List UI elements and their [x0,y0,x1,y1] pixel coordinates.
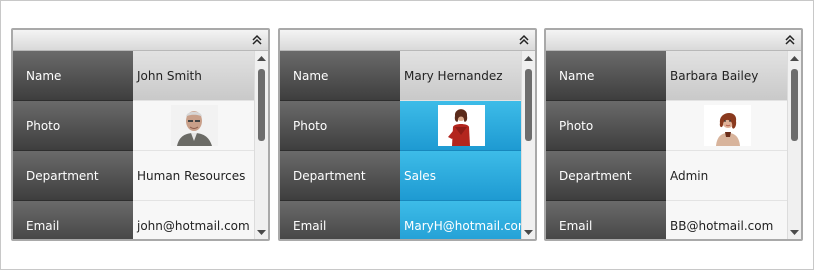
field-value-name[interactable]: John Smith [133,51,255,101]
person-photo-icon [437,105,485,146]
scroll-up-button[interactable] [255,53,268,65]
field-row-name[interactable]: Name Barbara Bailey [546,51,788,101]
field-row-photo[interactable]: Photo [280,101,522,151]
double-chevron-up-icon [785,34,795,45]
scroll-down-button[interactable] [788,227,801,239]
field-label-photo: Photo [546,101,666,151]
triangle-down-icon [790,230,799,235]
employee-photo [170,105,218,146]
field-value-name[interactable]: Barbara Bailey [666,51,788,101]
field-value-email[interactable]: MaryH@hotmail.com [400,201,522,239]
field-value-department[interactable]: Human Resources [133,151,255,201]
app-frame: Name John Smith Photo Department Human R… [0,0,814,270]
employee-photo [703,105,751,146]
card-header [546,30,801,51]
scroll-up-button[interactable] [788,53,801,65]
field-row-department[interactable]: Department Admin [546,151,788,201]
field-label-photo: Photo [13,101,133,151]
field-label-email: Email [13,201,133,239]
field-label-department: Department [546,151,666,201]
field-row-name[interactable]: Name Mary Hernandez [280,51,522,101]
field-value-department[interactable]: Sales [400,151,522,201]
scroll-down-button[interactable] [522,227,535,239]
field-label-photo: Photo [280,101,400,151]
field-label-name: Name [280,51,400,101]
field-label-email: Email [280,201,400,239]
double-chevron-up-icon [252,34,262,45]
field-row-name[interactable]: Name John Smith [13,51,255,101]
scroll-thumb[interactable] [525,69,532,141]
field-rows: Name Mary Hernandez Photo Department Sal… [280,51,522,239]
field-label-department: Department [13,151,133,201]
vertical-scrollbar[interactable] [787,51,801,239]
triangle-up-icon [524,56,533,61]
double-chevron-up-icon [519,34,529,45]
vertical-scrollbar[interactable] [254,51,268,239]
field-value-photo[interactable] [666,101,788,151]
employee-photo [437,105,485,146]
field-row-department[interactable]: Department Human Resources [13,151,255,201]
field-row-email[interactable]: Email BB@hotmail.com [546,201,788,239]
employee-card-barbara-bailey[interactable]: Name Barbara Bailey Photo Department Adm… [544,28,803,241]
person-photo-icon [170,105,218,146]
triangle-up-icon [257,56,266,61]
person-photo-icon [703,105,751,146]
collapse-button[interactable] [517,32,531,48]
collapse-button[interactable] [250,32,264,48]
vertical-scrollbar[interactable] [521,51,535,239]
scroll-down-button[interactable] [255,227,268,239]
field-rows: Name Barbara Bailey Photo Department Adm… [546,51,788,239]
card-header [13,30,268,51]
employee-card-mary-hernandez[interactable]: Name Mary Hernandez Photo Department Sal… [278,28,537,241]
field-value-photo[interactable] [400,101,522,151]
field-row-email[interactable]: Email MaryH@hotmail.com [280,201,522,239]
field-label-department: Department [280,151,400,201]
field-row-photo[interactable]: Photo [13,101,255,151]
field-label-email: Email [546,201,666,239]
field-value-department[interactable]: Admin [666,151,788,201]
scroll-thumb[interactable] [791,69,798,141]
field-value-photo[interactable] [133,101,255,151]
field-rows: Name John Smith Photo Department Human R… [13,51,255,239]
collapse-button[interactable] [783,32,797,48]
triangle-up-icon [790,56,799,61]
scroll-thumb[interactable] [258,69,265,141]
employee-card-john-smith[interactable]: Name John Smith Photo Department Human R… [11,28,270,241]
triangle-down-icon [257,230,266,235]
field-value-email[interactable]: john@hotmail.com [133,201,255,239]
field-row-photo[interactable]: Photo [546,101,788,151]
triangle-down-icon [524,230,533,235]
field-row-department[interactable]: Department Sales [280,151,522,201]
field-label-name: Name [546,51,666,101]
field-value-name[interactable]: Mary Hernandez [400,51,522,101]
field-row-email[interactable]: Email john@hotmail.com [13,201,255,239]
field-label-name: Name [13,51,133,101]
card-header [280,30,535,51]
field-value-email[interactable]: BB@hotmail.com [666,201,788,239]
scroll-up-button[interactable] [522,53,535,65]
